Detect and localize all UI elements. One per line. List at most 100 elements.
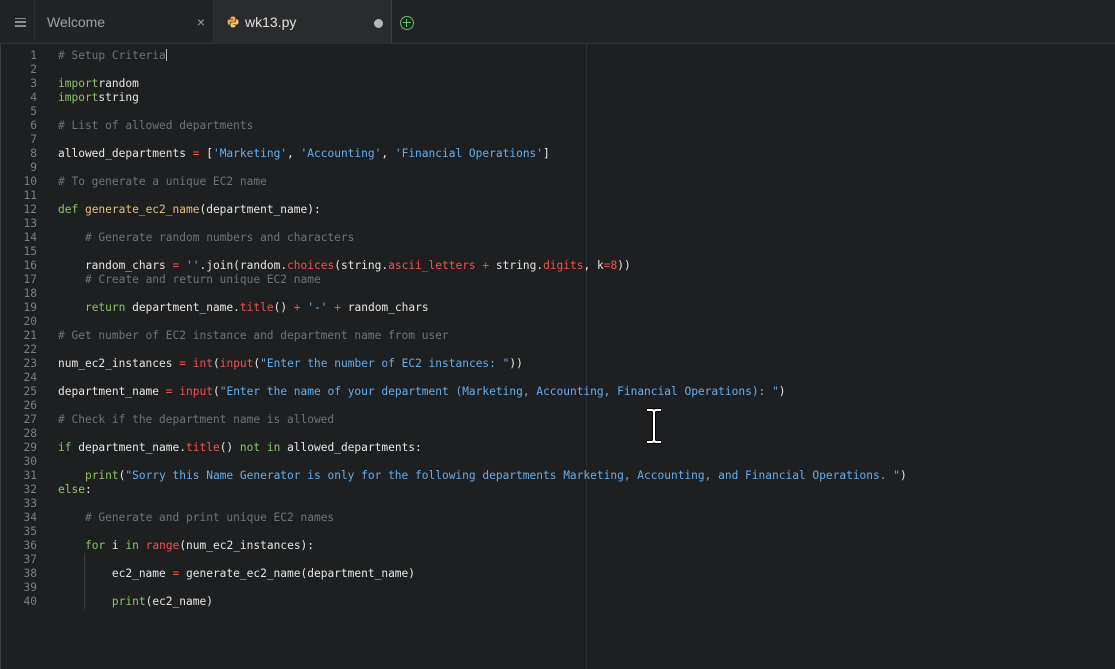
line-number: 38 bbox=[23, 567, 37, 580]
plus-circle-icon[interactable] bbox=[400, 16, 414, 30]
line-text[interactable]: # List of allowed departments bbox=[58, 119, 253, 133]
code-token: import bbox=[58, 77, 99, 90]
code-token: (num_ec2_instances): bbox=[179, 539, 315, 552]
code-token: string bbox=[98, 91, 139, 104]
code-token: random bbox=[98, 77, 139, 90]
line-number: 17 bbox=[23, 273, 37, 286]
line-text[interactable]: # Generate and print unique EC2 names bbox=[58, 511, 334, 525]
unsaved-dot-icon[interactable] bbox=[374, 19, 383, 28]
code-token: generate_ec2_name(department_name) bbox=[179, 567, 416, 580]
code-token: input bbox=[179, 385, 213, 398]
code-token: '-' bbox=[307, 301, 328, 314]
line-text[interactable]: # Get number of EC2 instance and departm… bbox=[58, 329, 449, 343]
line-text[interactable]: ec2_name = generate_ec2_name(department_… bbox=[58, 567, 415, 581]
line-number: 34 bbox=[23, 511, 37, 524]
line-text[interactable]: allowed_departments = ['Marketing', 'Acc… bbox=[58, 147, 550, 161]
editor-window: Welcome × wk13.py 1 # Setup Criteria 2 3 imp… bbox=[0, 0, 1115, 669]
line-text[interactable]: else: bbox=[58, 483, 92, 497]
line-text[interactable]: num_ec2_instances = int(input("Enter the… bbox=[58, 357, 523, 371]
line-number: 30 bbox=[23, 455, 37, 468]
line-number: 5 bbox=[30, 105, 37, 118]
line-text[interactable]: # Check if the department name is allowe… bbox=[58, 413, 334, 427]
code-token: int bbox=[192, 357, 213, 370]
line-number: 26 bbox=[23, 399, 37, 412]
line-text[interactable]: return department_name.title() + '-' + r… bbox=[58, 301, 429, 315]
line-text[interactable]: print("Sorry this Name Generator is only… bbox=[58, 469, 907, 483]
line-text[interactable]: # Create and return unique EC2 name bbox=[58, 273, 321, 287]
code-token: # Setup Criteria bbox=[58, 49, 166, 62]
code-token: i bbox=[105, 539, 126, 552]
code-token: allowed_departments: bbox=[280, 441, 422, 454]
line-number: 25 bbox=[23, 385, 37, 398]
line-text[interactable]: # Generate random numbers and characters bbox=[58, 231, 354, 245]
code-token: import bbox=[58, 91, 99, 104]
code-token: # Check if the department name is allowe… bbox=[58, 413, 335, 426]
line-number: 24 bbox=[23, 371, 37, 384]
line-number: 14 bbox=[23, 231, 37, 244]
code-token: # To generate a unique EC2 name bbox=[58, 175, 267, 188]
text-caret bbox=[165, 49, 167, 61]
code-token: ( bbox=[212, 357, 220, 370]
line-number: 11 bbox=[23, 189, 37, 202]
code-token: random_chars bbox=[341, 301, 429, 314]
code-token: () bbox=[273, 301, 294, 314]
line-number: 16 bbox=[23, 259, 37, 272]
line-number: 4 bbox=[30, 91, 37, 104]
tab-welcome[interactable]: Welcome × bbox=[34, 0, 214, 44]
code-token: = bbox=[165, 385, 173, 398]
code-token: ascii_letters bbox=[388, 259, 476, 272]
line-number: 37 bbox=[23, 553, 37, 566]
code-token: print bbox=[111, 595, 146, 608]
code-token: department_name. bbox=[125, 301, 240, 314]
line-text[interactable]: print(ec2_name) bbox=[58, 595, 213, 609]
tab-file-label: wk13.py bbox=[245, 14, 297, 30]
code-token: : bbox=[84, 483, 92, 496]
line-number: 29 bbox=[23, 441, 37, 454]
code-token: return bbox=[84, 301, 126, 314]
line-text[interactable]: # Setup Criteria bbox=[58, 49, 167, 63]
line-text[interactable]: if department_name.title() not in allowe… bbox=[58, 441, 422, 455]
line-number: 32 bbox=[23, 483, 37, 496]
line-text[interactable]: importrandom bbox=[58, 77, 139, 91]
code-token: .join(random. bbox=[199, 259, 288, 272]
line-text[interactable]: for i in range(num_ec2_instances): bbox=[58, 539, 314, 553]
line-number: 23 bbox=[23, 357, 37, 370]
code-token: for bbox=[84, 539, 106, 552]
code-token: ) bbox=[899, 469, 907, 482]
code-token: print bbox=[84, 469, 119, 482]
code-token: num_ec2_instances bbox=[58, 357, 180, 370]
code-token: # Generate random numbers and characters bbox=[84, 231, 355, 244]
code-token: , bbox=[381, 147, 395, 160]
line-text[interactable]: department_name = input("Enter the name … bbox=[58, 385, 786, 399]
line-text[interactable]: # To generate a unique EC2 name bbox=[58, 175, 267, 189]
line-number: 9 bbox=[30, 161, 37, 174]
tab-wk13-py[interactable]: wk13.py bbox=[214, 0, 392, 44]
code-token: title bbox=[239, 301, 274, 314]
tab-bar: Welcome × wk13.py bbox=[0, 0, 1115, 44]
code-token: # Generate and print unique EC2 names bbox=[84, 511, 335, 524]
close-icon[interactable]: × bbox=[197, 14, 205, 30]
line-text[interactable]: importstring bbox=[58, 91, 139, 105]
code-token: '' bbox=[186, 259, 200, 272]
line-number: 39 bbox=[23, 581, 37, 594]
code-token: , bbox=[287, 147, 301, 160]
code-token: digits bbox=[543, 259, 584, 272]
line-text[interactable]: def generate_ec2_name(department_name): bbox=[58, 203, 321, 217]
code-token: () bbox=[219, 441, 240, 454]
code-token: choices bbox=[287, 259, 335, 272]
line-text[interactable]: random_chars = ''.join(random.choices(st… bbox=[58, 259, 631, 273]
line-number: 18 bbox=[23, 287, 37, 300]
python-file-icon bbox=[227, 16, 239, 28]
code-token: if bbox=[58, 441, 72, 454]
code-editor[interactable]: 1 # Setup Criteria 2 3 importrandom 4 importst… bbox=[0, 44, 1115, 669]
code-token: + bbox=[293, 301, 301, 314]
hamburger-icon[interactable] bbox=[8, 12, 32, 32]
code-token: "Enter the name of your department (Mark… bbox=[219, 385, 779, 398]
